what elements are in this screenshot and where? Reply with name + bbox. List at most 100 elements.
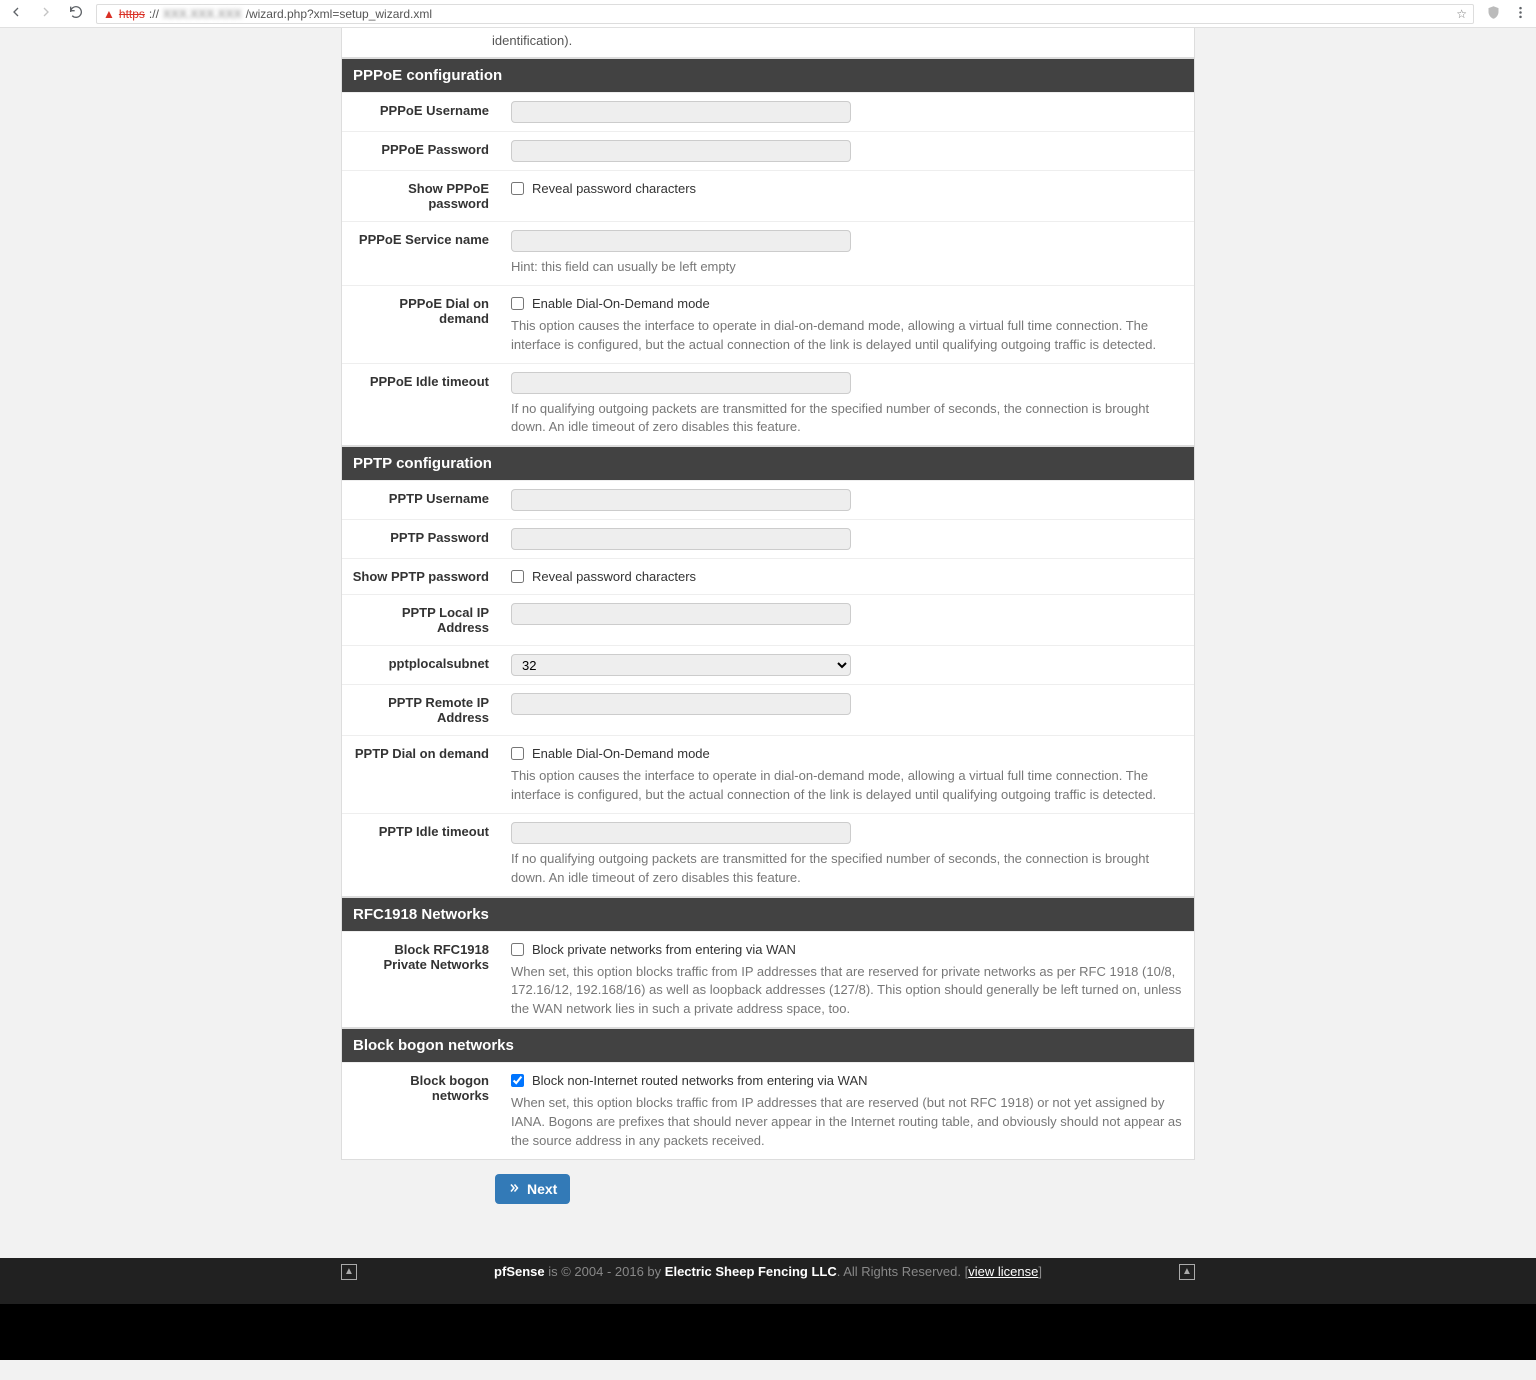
- row-pppoe-dial: PPPoE Dial on demand Enable Dial-On-Dema…: [342, 285, 1194, 363]
- row-pppoe-username: PPPoE Username: [342, 92, 1194, 131]
- panel-bogon: Block bogon networks Block bogon network…: [341, 1028, 1195, 1160]
- row-pptp-password: PPTP Password: [342, 519, 1194, 558]
- bogon-checkbox[interactable]: [511, 1074, 524, 1087]
- warning-icon: ▲: [103, 7, 115, 21]
- rfc-block-label[interactable]: Block private networks from entering via…: [511, 940, 1184, 957]
- dial-label[interactable]: Enable Dial-On-Demand mode: [511, 294, 1184, 311]
- pppoe-show-pw-checkbox[interactable]: [511, 182, 524, 195]
- help-text: This option causes the interface to oper…: [511, 317, 1184, 355]
- panel-rfc1918: RFC1918 Networks Block RFC1918 Private N…: [341, 897, 1195, 1029]
- url-path: /wizard.php?xml=setup_wizard.xml: [246, 7, 432, 21]
- shield-icon[interactable]: [1486, 5, 1501, 23]
- label: PPTP Password: [342, 520, 489, 558]
- label: PPPoE Dial on demand: [342, 286, 489, 363]
- button-row: Next: [341, 1160, 1195, 1218]
- reload-icon[interactable]: [68, 4, 84, 23]
- next-label: Next: [527, 1181, 557, 1197]
- panel-heading: RFC1918 Networks: [342, 898, 1194, 931]
- label: PPTP Username: [342, 481, 489, 519]
- checkbox-text: Enable Dial-On-Demand mode: [532, 296, 710, 311]
- help-text: This option causes the interface to oper…: [511, 767, 1184, 805]
- cutoff-help-text: identification).: [341, 28, 1195, 58]
- browser-toolbar: ▲ https:// XXX.XXX.XXX /wizard.php?xml=s…: [0, 0, 1536, 28]
- row-pppoe-service: PPPoE Service name Hint: this field can …: [342, 221, 1194, 285]
- panel-heading: PPPoE configuration: [342, 59, 1194, 92]
- forward-icon[interactable]: [38, 4, 54, 23]
- row-rfc1918: Block RFC1918 Private Networks Block pri…: [342, 931, 1194, 1028]
- page-footer: ▲ pfSense is © 2004 - 2016 by Electric S…: [0, 1258, 1536, 1304]
- label: PPTP Remote IP Address: [342, 685, 489, 735]
- bookmark-icon[interactable]: ☆: [1456, 7, 1467, 21]
- scroll-top-icon[interactable]: ▲: [341, 1264, 357, 1280]
- pppoe-password-input[interactable]: [511, 140, 851, 162]
- pppoe-username-input[interactable]: [511, 101, 851, 123]
- pptp-subnet-select[interactable]: 32: [511, 654, 851, 676]
- checkbox-text: Reveal password characters: [532, 181, 696, 196]
- row-bogon: Block bogon networks Block non-Internet …: [342, 1062, 1194, 1159]
- extension-icons: [1486, 5, 1528, 23]
- row-pptp-subnet: pptplocalsubnet 32: [342, 645, 1194, 684]
- bogon-block-label[interactable]: Block non-Internet routed networks from …: [511, 1071, 1184, 1088]
- help-text: If no qualifying outgoing packets are tr…: [511, 850, 1184, 888]
- rfc1918-checkbox[interactable]: [511, 943, 524, 956]
- checkbox-text: Reveal password characters: [532, 569, 696, 584]
- back-icon[interactable]: [8, 4, 24, 23]
- label: pptplocalsubnet: [342, 646, 489, 684]
- nav-controls: [8, 4, 84, 23]
- label: PPTP Local IP Address: [342, 595, 489, 645]
- row-pptp-dial: PPTP Dial on demand Enable Dial-On-Deman…: [342, 735, 1194, 813]
- row-pptp-show-password: Show PPTP password Reveal password chara…: [342, 558, 1194, 594]
- pptp-username-input[interactable]: [511, 489, 851, 511]
- panel-heading: PPTP configuration: [342, 447, 1194, 480]
- pptp-show-pw-checkbox[interactable]: [511, 570, 524, 583]
- panel-pppoe: PPPoE configuration PPPoE Username PPPoE…: [341, 58, 1195, 446]
- pptp-idle-input[interactable]: [511, 822, 851, 844]
- panel-heading: Block bogon networks: [342, 1029, 1194, 1062]
- checkbox-text: Block private networks from entering via…: [532, 942, 796, 957]
- pptp-dial-checkbox[interactable]: [511, 747, 524, 760]
- menu-icon[interactable]: [1513, 5, 1528, 23]
- url-bar[interactable]: ▲ https:// XXX.XXX.XXX /wizard.php?xml=s…: [96, 4, 1474, 24]
- label: Show PPPoE password: [342, 171, 489, 221]
- label: PPPoE Username: [342, 93, 489, 131]
- pptp-local-ip-input[interactable]: [511, 603, 851, 625]
- help-text: If no qualifying outgoing packets are tr…: [511, 400, 1184, 438]
- checkbox-text: Block non-Internet routed networks from …: [532, 1073, 868, 1088]
- reveal-pw-label[interactable]: Reveal password characters: [511, 179, 1184, 196]
- row-pppoe-idle: PPPoE Idle timeout If no qualifying outg…: [342, 363, 1194, 446]
- help-text: Hint: this field can usually be left emp…: [511, 258, 1184, 277]
- label: PPTP Idle timeout: [342, 814, 489, 896]
- label: Block RFC1918 Private Networks: [342, 932, 489, 1028]
- row-pptp-remote-ip: PPTP Remote IP Address: [342, 684, 1194, 735]
- label: PPTP Dial on demand: [342, 736, 489, 813]
- panel-pptp: PPTP configuration PPTP Username PPTP Pa…: [341, 446, 1195, 896]
- label: Show PPTP password: [342, 559, 489, 594]
- url-host: XXX.XXX.XXX: [163, 7, 242, 21]
- pppoe-idle-input[interactable]: [511, 372, 851, 394]
- dial-label[interactable]: Enable Dial-On-Demand mode: [511, 744, 1184, 761]
- row-pptp-idle: PPTP Idle timeout If no qualifying outgo…: [342, 813, 1194, 896]
- label: PPPoE Idle timeout: [342, 364, 489, 446]
- reveal-pw-label[interactable]: Reveal password characters: [511, 567, 1184, 584]
- label: Block bogon networks: [342, 1063, 489, 1159]
- view-license-link[interactable]: view license: [968, 1264, 1038, 1279]
- row-pptp-local-ip: PPTP Local IP Address: [342, 594, 1194, 645]
- help-text: When set, this option blocks traffic fro…: [511, 963, 1184, 1020]
- pppoe-service-input[interactable]: [511, 230, 851, 252]
- double-chevron-icon: [508, 1181, 520, 1197]
- label: PPPoE Service name: [342, 222, 489, 285]
- checkbox-text: Enable Dial-On-Demand mode: [532, 746, 710, 761]
- scroll-top-icon[interactable]: ▲: [1179, 1264, 1195, 1280]
- footer-text: pfSense is © 2004 - 2016 by Electric She…: [357, 1264, 1179, 1279]
- row-pptp-username: PPTP Username: [342, 480, 1194, 519]
- label: PPPoE Password: [342, 132, 489, 170]
- help-text: When set, this option blocks traffic fro…: [511, 1094, 1184, 1151]
- row-pppoe-password: PPPoE Password: [342, 131, 1194, 170]
- pptp-remote-ip-input[interactable]: [511, 693, 851, 715]
- bottom-bar: [0, 1304, 1536, 1360]
- pppoe-dial-checkbox[interactable]: [511, 297, 524, 310]
- pptp-password-input[interactable]: [511, 528, 851, 550]
- next-button[interactable]: Next: [495, 1174, 570, 1204]
- url-protocol: https: [119, 7, 145, 21]
- row-pppoe-show-password: Show PPPoE password Reveal password char…: [342, 170, 1194, 221]
